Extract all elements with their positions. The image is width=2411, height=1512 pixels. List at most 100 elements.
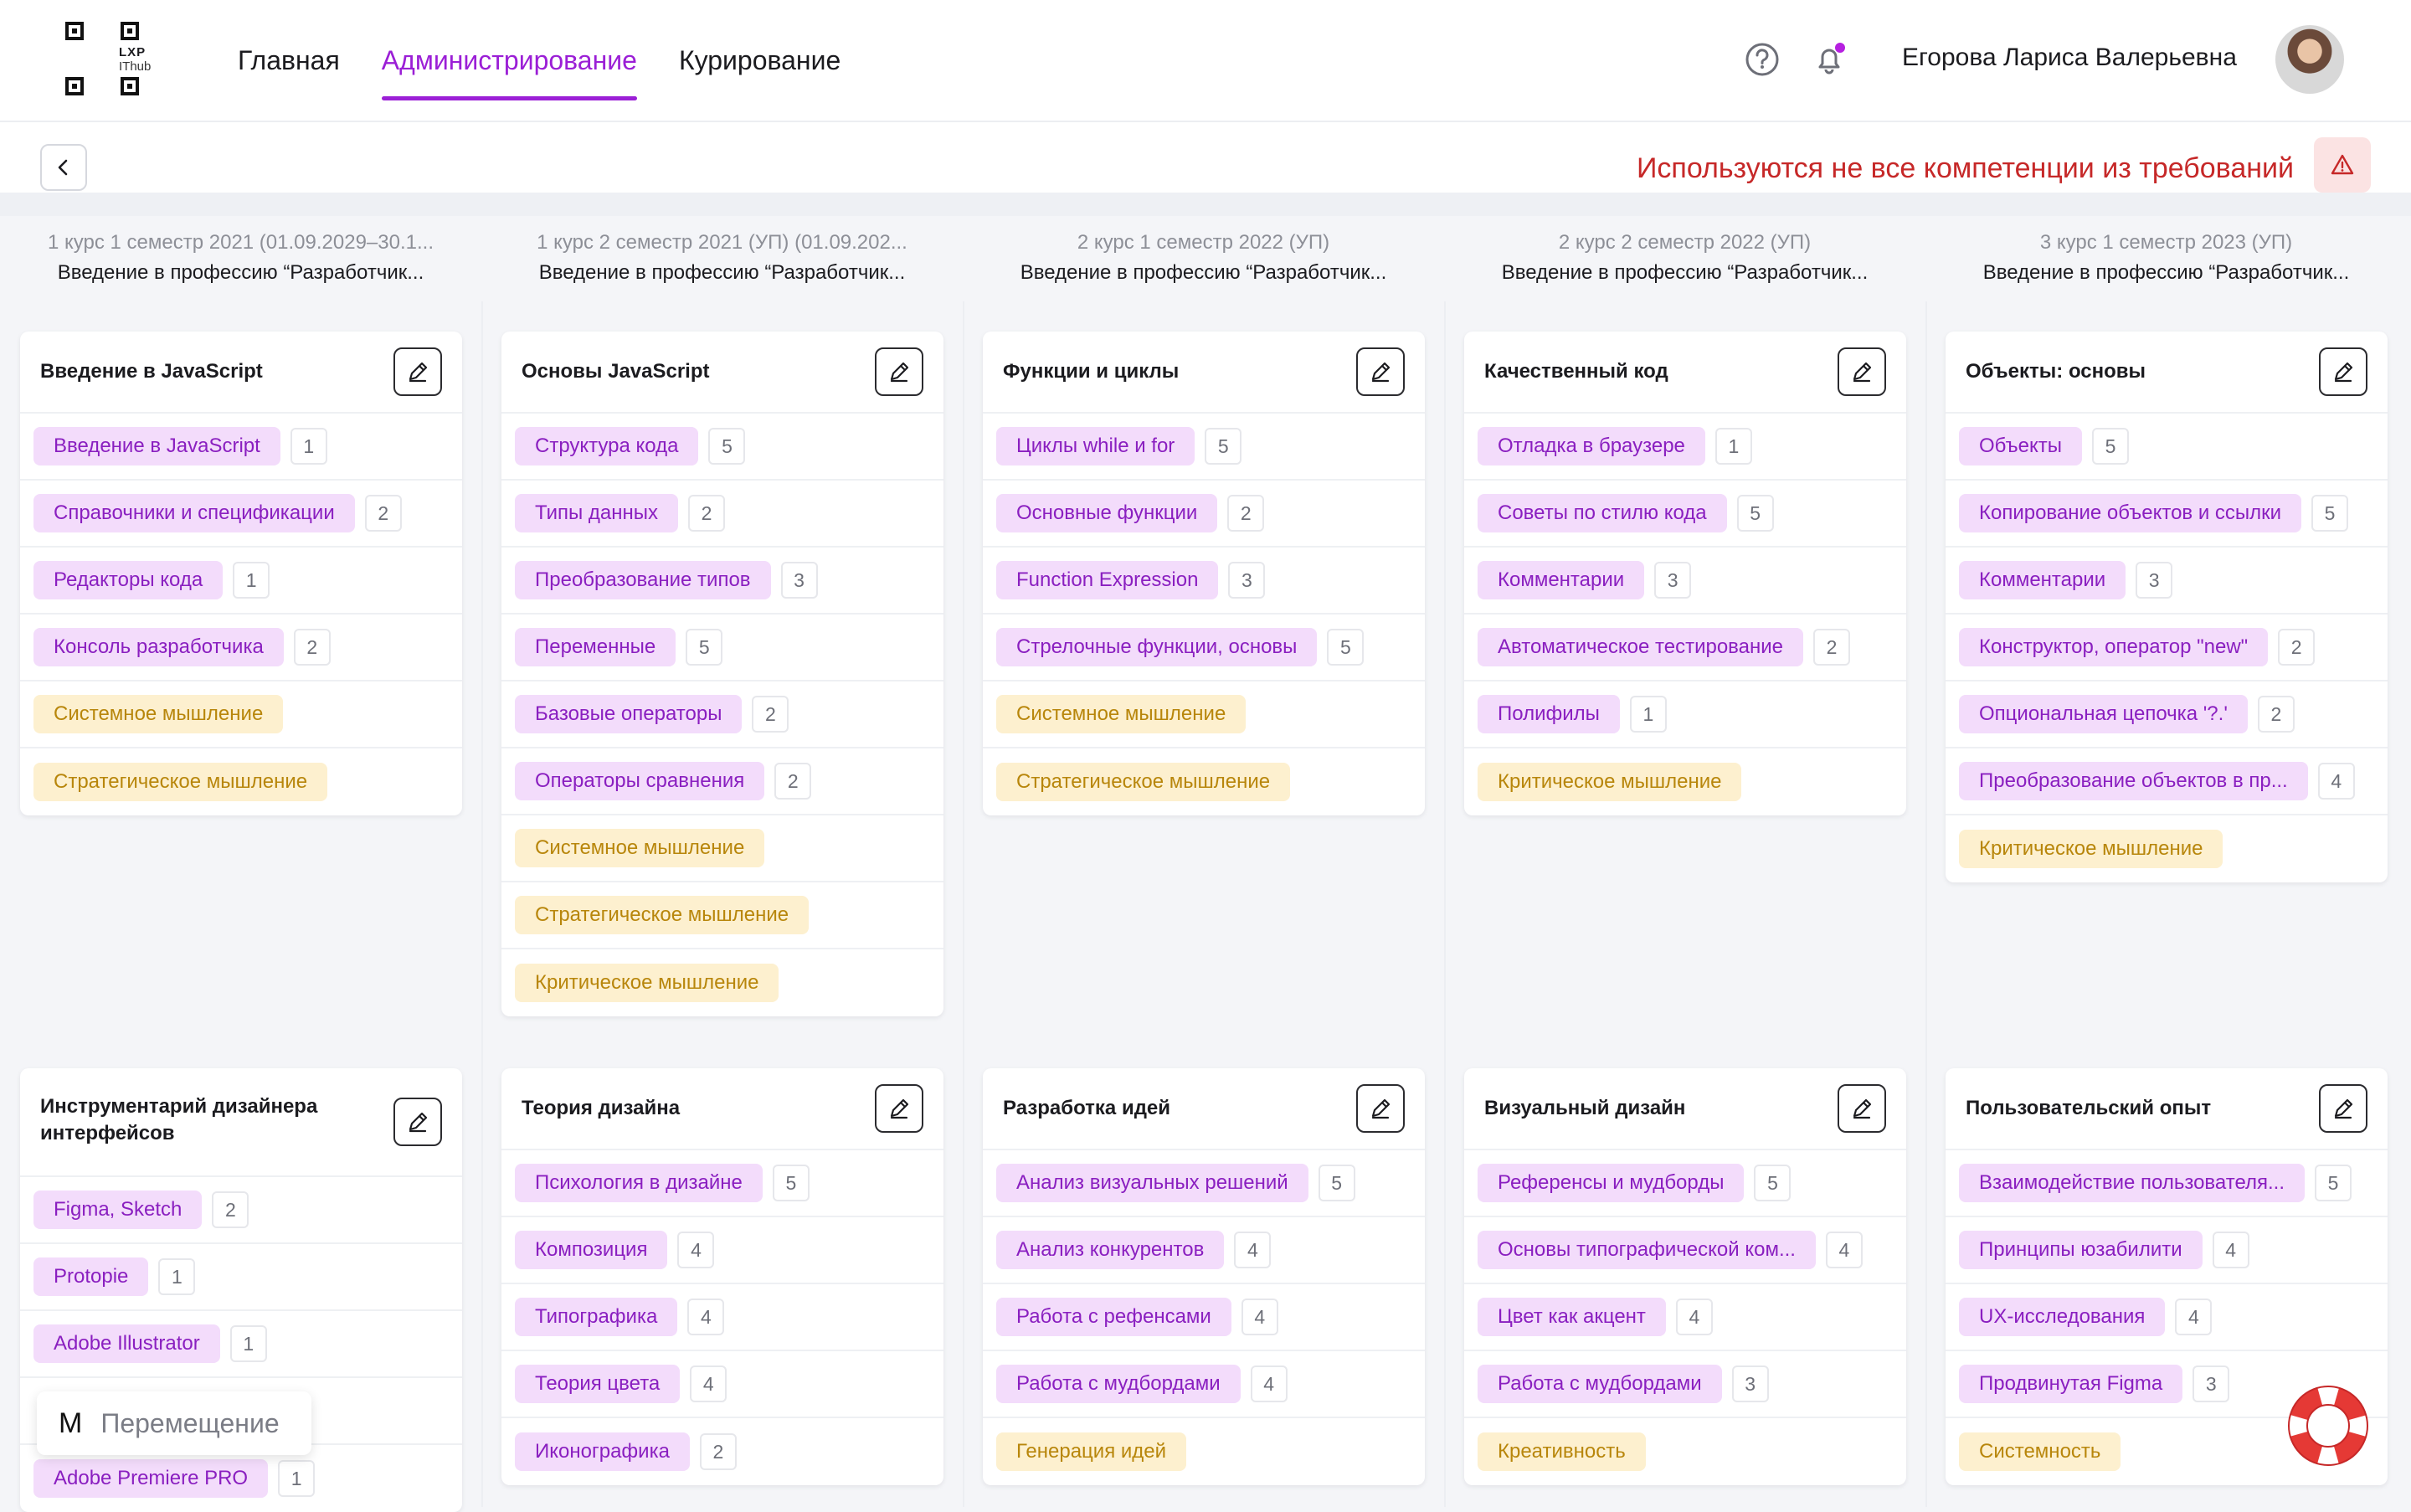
competency-chip[interactable]: Циклы while и for bbox=[996, 427, 1195, 465]
edit-button[interactable] bbox=[393, 347, 442, 396]
nav-curation[interactable]: Курирование bbox=[679, 0, 841, 121]
competency-chip[interactable]: Психология в дизайне bbox=[515, 1164, 763, 1202]
soft-skill-chip[interactable]: Системное мышление bbox=[996, 695, 1247, 733]
competency-chip[interactable]: Теория цвета bbox=[515, 1365, 681, 1403]
edit-button[interactable] bbox=[1356, 1084, 1405, 1133]
competency-chip[interactable]: Типографика bbox=[515, 1298, 678, 1336]
edit-button[interactable] bbox=[1356, 347, 1405, 396]
competency-chip[interactable]: Основные функции bbox=[996, 494, 1218, 532]
help-circle-icon[interactable] bbox=[1743, 40, 1781, 79]
competency-chip[interactable]: Function Expression bbox=[996, 561, 1219, 599]
course-card[interactable]: Введение в JavaScript Введение в JavaScri… bbox=[20, 332, 462, 815]
competency-chip[interactable]: Структура кода bbox=[515, 427, 699, 465]
soft-skill-chip[interactable]: Стратегическое мышление bbox=[33, 763, 328, 801]
competency-level: 3 bbox=[1654, 562, 1692, 599]
competency-chip[interactable]: Переменные bbox=[515, 628, 676, 666]
soft-skill-chip[interactable]: Критическое мышление bbox=[1478, 763, 1742, 801]
competency-chip[interactable]: Комментарии bbox=[1959, 561, 2126, 599]
competency-chip[interactable]: Adobe Illustrator bbox=[33, 1324, 220, 1363]
course-card[interactable]: Разработка идей Анализ визуальных решений… bbox=[983, 1068, 1425, 1485]
competency-chip[interactable]: Редакторы кода bbox=[33, 561, 224, 599]
competency-chip[interactable]: Основы типографической ком... bbox=[1478, 1231, 1816, 1269]
edit-button[interactable] bbox=[1838, 347, 1886, 396]
soft-skill-chip[interactable]: Системное мышление bbox=[33, 695, 284, 733]
course-card[interactable]: Теория дизайна Психология в дизайне 5 Компо… bbox=[501, 1068, 943, 1485]
competency-chip[interactable]: Adobe Premiere PRO bbox=[33, 1459, 269, 1498]
competency-chip[interactable]: Protopie bbox=[33, 1257, 149, 1296]
competency-chip[interactable]: Продвинутая Figma bbox=[1959, 1365, 2183, 1403]
competency-chip[interactable]: Опциональная цепочка '?.' bbox=[1959, 695, 2248, 733]
competency-chip[interactable]: Стрелочные функции, основы bbox=[996, 628, 1318, 666]
competency-chip[interactable]: Преобразование типов bbox=[515, 561, 771, 599]
soft-skill-chip[interactable]: Стратегическое мышление bbox=[996, 763, 1291, 801]
soft-skill-chip[interactable]: Системность bbox=[1959, 1432, 2121, 1471]
edit-button[interactable] bbox=[875, 347, 923, 396]
edit-button[interactable] bbox=[875, 1084, 923, 1133]
competency-level: 2 bbox=[1227, 495, 1265, 532]
soft-skill-chip[interactable]: Критическое мышление bbox=[515, 964, 779, 1002]
competency-chip[interactable]: Консоль разработчика bbox=[33, 628, 284, 666]
column-program: Введение в профессию “Разработчик... bbox=[538, 261, 906, 284]
competency-chip[interactable]: Работа с мудбордами bbox=[996, 1365, 1241, 1403]
nav-administration[interactable]: Администрирование bbox=[381, 0, 638, 121]
competency-level: 2 bbox=[2257, 696, 2295, 733]
competency-chip[interactable]: Иконографика bbox=[515, 1432, 690, 1471]
competency-chip[interactable]: Работа с мудбордами bbox=[1478, 1365, 1722, 1403]
competency-row: Стратегическое мышление bbox=[501, 882, 943, 949]
competency-chip[interactable]: Базовые операторы bbox=[515, 695, 743, 733]
competency-chip[interactable]: Типы данных bbox=[515, 494, 679, 532]
lifebuoy-help-icon[interactable] bbox=[2282, 1380, 2374, 1472]
course-card[interactable]: Качественный код Отладка в браузере 1 Совет… bbox=[1464, 332, 1906, 815]
soft-skill-chip[interactable]: Креативность bbox=[1478, 1432, 1646, 1471]
avatar[interactable] bbox=[2275, 25, 2344, 94]
competency-chip[interactable]: UX-исследования bbox=[1959, 1298, 2166, 1336]
competency-chip[interactable]: Анализ визуальных решений bbox=[996, 1164, 1308, 1202]
bell-icon[interactable] bbox=[1810, 40, 1848, 79]
soft-skill-chip[interactable]: Генерация идей bbox=[996, 1432, 1187, 1471]
edit-button[interactable] bbox=[1838, 1084, 1886, 1133]
competency-chip[interactable]: Референсы и мудборды bbox=[1478, 1164, 1745, 1202]
competency-chip[interactable]: Композиция bbox=[515, 1231, 668, 1269]
nav-home[interactable]: Главная bbox=[238, 0, 340, 121]
competency-row: Редакторы кода 1 bbox=[20, 548, 462, 615]
competency-chip[interactable]: Автоматическое тестирование bbox=[1478, 628, 1804, 666]
edit-button[interactable] bbox=[393, 1098, 442, 1146]
course-card[interactable]: Объекты: основы Объекты 5 Копирование объек… bbox=[1946, 332, 2388, 882]
competency-chip[interactable]: Преобразование объектов в пр... bbox=[1959, 762, 2308, 800]
competency-row: Adobe Illustrator 1 bbox=[20, 1311, 462, 1378]
soft-skill-chip[interactable]: Системное мышление bbox=[515, 829, 765, 867]
competency-row: Стрелочные функции, основы 5 bbox=[983, 615, 1425, 681]
competency-row: Комментарии 3 bbox=[1946, 548, 2388, 615]
competency-chip[interactable]: Советы по стилю кода bbox=[1478, 494, 1727, 532]
competency-chip[interactable]: Анализ конкурентов bbox=[996, 1231, 1225, 1269]
competency-chip[interactable]: Цвет как акцент bbox=[1478, 1298, 1666, 1336]
competency-chip[interactable]: Копирование объектов и ссылки bbox=[1959, 494, 2302, 532]
user-name[interactable]: Егорова Лариса Валерьевна bbox=[1902, 44, 2237, 72]
competency-chip[interactable]: Работа с рефенсами bbox=[996, 1298, 1231, 1336]
card-header: Разработка идей bbox=[983, 1068, 1425, 1150]
competency-chip[interactable]: Figma, Sketch bbox=[33, 1191, 203, 1229]
logo[interactable]: LXP IThub bbox=[65, 22, 166, 99]
competency-chip[interactable]: Комментарии bbox=[1478, 561, 1645, 599]
competency-row: Конструктор, оператор "new" 2 bbox=[1946, 615, 2388, 681]
competency-chip[interactable]: Полифилы bbox=[1478, 695, 1620, 733]
soft-skill-chip[interactable]: Стратегическое мышление bbox=[515, 896, 810, 934]
competency-chip[interactable]: Отладка в браузере bbox=[1478, 427, 1705, 465]
back-button[interactable] bbox=[40, 144, 87, 191]
competency-chip[interactable]: Операторы сравнения bbox=[515, 762, 765, 800]
competency-row: Психология в дизайне 5 bbox=[501, 1150, 943, 1217]
competency-chip[interactable]: Принципы юзабилити bbox=[1959, 1231, 2203, 1269]
soft-skill-chip[interactable]: Критическое мышление bbox=[1959, 830, 2223, 868]
competency-chip[interactable]: Конструктор, оператор "new" bbox=[1959, 628, 2269, 666]
warning-button[interactable] bbox=[2314, 137, 2371, 193]
edit-button[interactable] bbox=[2319, 347, 2367, 396]
competency-chip[interactable]: Объекты bbox=[1959, 427, 2082, 465]
course-card[interactable]: Функции и циклы Циклы while и for 5 Основны… bbox=[983, 332, 1425, 815]
course-card[interactable]: Визуальный дизайн Референсы и мудборды 5 Ос… bbox=[1464, 1068, 1906, 1485]
competency-chip[interactable]: Взаимодействие пользователя... bbox=[1959, 1164, 2305, 1202]
competency-chip[interactable]: Справочники и спецификации bbox=[33, 494, 355, 532]
competency-level: 2 bbox=[752, 696, 789, 733]
course-card[interactable]: Основы JavaScript Структура кода 5 Типы дан… bbox=[501, 332, 943, 1016]
competency-chip[interactable]: Введение в JavaScript bbox=[33, 427, 280, 465]
edit-button[interactable] bbox=[2319, 1084, 2367, 1133]
